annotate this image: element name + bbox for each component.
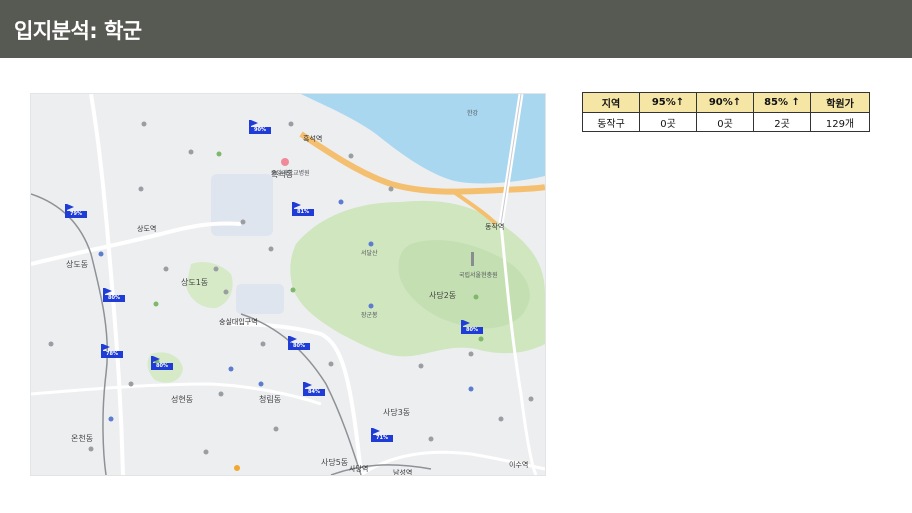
label-chungang-univ: 중앙대학교병원 xyxy=(271,170,310,177)
table-row: 동작구 0곳 0곳 2곳 129개 xyxy=(582,112,870,132)
label-sangdo1: 상도1동 xyxy=(181,278,209,287)
label-isu-station: 이수역 xyxy=(509,461,529,469)
cell-region: 동작구 xyxy=(582,112,640,132)
cell-academy: 129개 xyxy=(810,112,870,132)
school-rate: 81% xyxy=(292,209,314,216)
label-namsung-station: 남성역 xyxy=(393,469,413,476)
table-header-row: 지역 95%↑ 90%↑ 85% ↑ 학원가 xyxy=(582,92,870,113)
label-sangdo-left: 상도동 xyxy=(66,260,89,269)
label-sadang3: 사당3동 xyxy=(383,408,411,417)
school-flag[interactable]: 84% xyxy=(303,382,325,398)
label-seonghyeon: 성현동 xyxy=(171,395,194,404)
school-rate: 80% xyxy=(151,363,173,370)
hospital-marker xyxy=(281,158,289,166)
school-district-map[interactable]: 상도1동 상도동 사당2동 사당3동 사당5동 흑석동 성현동 청림동 온천동 … xyxy=(30,93,546,476)
school-flag[interactable]: 71% xyxy=(371,428,393,444)
cell-95: 0곳 xyxy=(639,112,697,132)
school-rate: 84% xyxy=(303,389,325,396)
campus-block-1 xyxy=(211,174,273,236)
cell-90: 0곳 xyxy=(696,112,754,132)
school-flag[interactable]: 80% xyxy=(461,320,483,336)
school-flag[interactable]: 80% xyxy=(103,288,125,304)
label-hyunchung: 국립서울현충원 xyxy=(459,272,498,279)
title-bar: 입지분석: 학군 xyxy=(0,0,912,58)
school-flag[interactable]: 80% xyxy=(151,356,173,372)
label-seodal: 서달산 xyxy=(361,250,378,257)
school-rate: 80% xyxy=(288,343,310,350)
school-rate: 80% xyxy=(103,295,125,302)
school-flag[interactable]: 80% xyxy=(288,336,310,352)
page-title: 입지분석: 학군 xyxy=(14,19,142,43)
col-academy: 학원가 xyxy=(810,92,870,113)
label-cheongrim: 청림동 xyxy=(259,395,282,404)
label-sadang2: 사당2동 xyxy=(429,291,457,300)
label-sangdo-station: 상도역 xyxy=(137,225,157,233)
school-district-table: 지역 95%↑ 90%↑ 85% ↑ 학원가 동작구 0곳 0곳 2곳 129개 xyxy=(582,92,870,132)
label-dongjak-station: 동작역 xyxy=(485,223,505,231)
col-85: 85% ↑ xyxy=(753,92,811,113)
col-95: 95%↑ xyxy=(639,92,697,113)
col-region: 지역 xyxy=(582,92,640,113)
school-rate: 79% xyxy=(65,211,87,218)
label-oncheon: 온천동 xyxy=(71,434,94,443)
label-sadang-station: 사당역 xyxy=(349,465,369,473)
campus-block-2 xyxy=(236,284,284,314)
label-jangun: 장군봉 xyxy=(361,312,378,319)
school-rate: 78% xyxy=(101,351,123,358)
label-sadang5: 사당5동 xyxy=(321,458,349,467)
school-rate: 80% xyxy=(461,327,483,334)
school-flag[interactable]: 78% xyxy=(101,344,123,360)
col-90: 90%↑ xyxy=(696,92,754,113)
label-heukseok-station: 흑석역 xyxy=(303,135,323,143)
hyunchung-monument-icon xyxy=(471,252,474,266)
label-soongsil-station: 숭실대입구역 xyxy=(219,318,258,326)
school-rate: 90% xyxy=(249,127,271,134)
label-hangang: 한강 xyxy=(467,110,479,117)
map-canvas xyxy=(31,94,545,475)
school-flag[interactable]: 90% xyxy=(249,120,271,136)
school-flag[interactable]: 79% xyxy=(65,204,87,220)
school-rate: 71% xyxy=(371,435,393,442)
cell-85: 2곳 xyxy=(753,112,811,132)
school-flag[interactable]: 81% xyxy=(292,202,314,218)
